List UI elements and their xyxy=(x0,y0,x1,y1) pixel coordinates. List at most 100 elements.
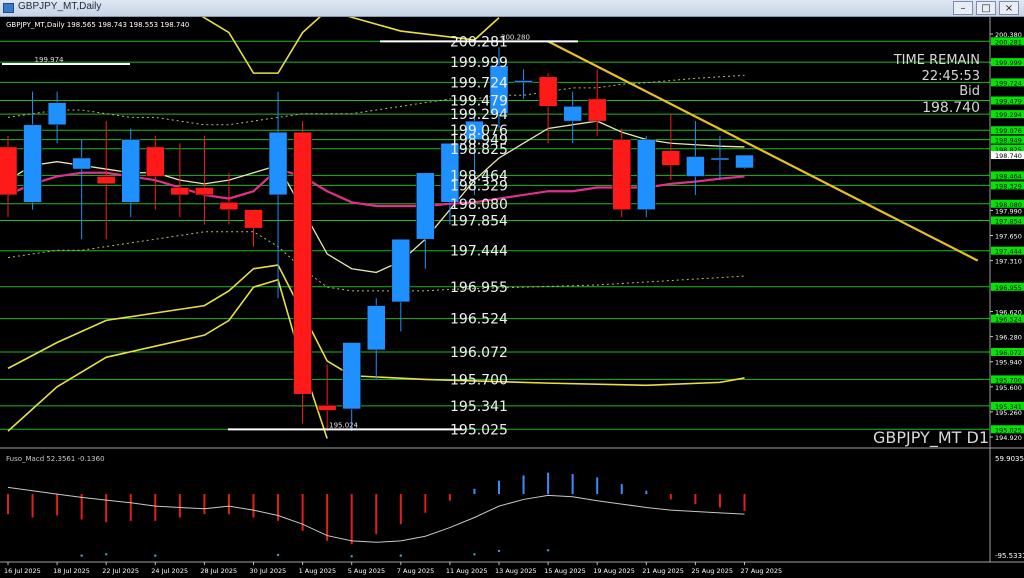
level-price-marker-label: 198.329 xyxy=(995,182,1022,190)
macd-dot xyxy=(546,549,550,552)
price-tick-label: 194.920 xyxy=(995,434,1022,442)
candle-body[interactable] xyxy=(0,146,18,196)
candle-body[interactable] xyxy=(563,106,582,122)
date-label: 18 Jul 2025 xyxy=(53,567,90,575)
macd-histogram-bar[interactable] xyxy=(7,494,9,515)
candle-body[interactable] xyxy=(538,76,558,107)
band-white-line xyxy=(7,120,745,274)
candle-body[interactable] xyxy=(735,154,754,169)
level-label: 197.854 xyxy=(450,213,508,229)
macd-histogram-bar[interactable] xyxy=(473,488,476,495)
macd-histogram-bar[interactable] xyxy=(424,494,427,513)
macd-histogram-bar[interactable] xyxy=(571,474,574,495)
macd-histogram-bar[interactable] xyxy=(31,494,34,518)
candle-body[interactable] xyxy=(195,187,214,196)
macd-histogram-bar[interactable] xyxy=(522,475,525,495)
date-label: 21 Aug 2025 xyxy=(642,567,684,575)
current-price-label: 198.740 xyxy=(995,152,1022,160)
candle-body[interactable] xyxy=(23,124,42,203)
candle-body[interactable] xyxy=(416,172,435,240)
level-price-marker-label: 199.294 xyxy=(995,111,1022,119)
level-price-marker-label: 197.444 xyxy=(995,248,1022,256)
macd-histogram-bar[interactable] xyxy=(399,494,402,525)
candle-body[interactable] xyxy=(72,157,91,170)
candle-body[interactable] xyxy=(612,139,631,210)
candle-body[interactable] xyxy=(686,156,705,177)
level-price-marker-label: 196.524 xyxy=(995,316,1022,324)
level-price-marker-label: 199.999 xyxy=(995,59,1022,67)
level-price-marker-label: 198.464 xyxy=(995,172,1022,180)
macd-scale-top: 59.9035 xyxy=(995,455,1024,463)
macd-histogram-bar[interactable] xyxy=(498,480,500,495)
macd-histogram-bar[interactable] xyxy=(620,484,623,495)
swing-label: 195.024 xyxy=(329,421,358,429)
price-axis[interactable]: 200.380199.990197.990197.650197.310196.6… xyxy=(990,31,1024,442)
level-label: 199.724 xyxy=(450,75,508,91)
candle-body[interactable] xyxy=(710,157,730,161)
candle-body[interactable] xyxy=(391,238,411,303)
level-label: 199.294 xyxy=(450,107,508,123)
macd-histogram-bar[interactable] xyxy=(129,494,132,521)
candle-body[interactable] xyxy=(96,176,116,185)
candles[interactable] xyxy=(0,47,754,432)
level-label: 195.341 xyxy=(450,399,508,415)
macd-histogram-bar[interactable] xyxy=(252,494,255,518)
macd-histogram-bar[interactable] xyxy=(277,494,280,521)
macd-histogram-bar[interactable] xyxy=(56,494,59,516)
time-axis[interactable]: 16 Jul 2025 18 Jul 2025 22 Jul 2025 24 Jul … xyxy=(4,562,782,575)
level-price-marker-label: 195.341 xyxy=(995,403,1022,411)
candle-body[interactable] xyxy=(121,139,140,203)
candle-body[interactable] xyxy=(219,202,239,210)
chart-canvas[interactable]: 200.281 199.999 199.724 199.479 199.294 199.0… xyxy=(0,17,1024,578)
level-price-marker-label: 198.080 xyxy=(995,201,1022,209)
macd-dot xyxy=(473,553,476,556)
macd-histogram-bar[interactable] xyxy=(718,494,721,508)
macd-histogram-bar[interactable] xyxy=(375,494,378,535)
macd-histogram-bar[interactable] xyxy=(596,477,599,495)
candle-body[interactable] xyxy=(637,139,656,210)
macd-histogram-bar[interactable] xyxy=(645,490,648,495)
candle-body[interactable] xyxy=(293,131,312,395)
macd-histogram-bar[interactable] xyxy=(301,494,304,531)
macd-histogram-bar[interactable] xyxy=(154,494,157,521)
level-label: 196.072 xyxy=(450,345,508,361)
minimize-button[interactable]: – xyxy=(953,1,973,15)
close-button[interactable]: × xyxy=(999,1,1019,15)
date-label: 7 Aug 2025 xyxy=(397,567,435,575)
candle-body[interactable] xyxy=(661,150,681,166)
macd-histogram-bar[interactable] xyxy=(448,494,451,501)
price-tick-label: 196.280 xyxy=(995,334,1022,342)
candle-body[interactable] xyxy=(244,209,263,229)
date-label: 24 Jul 2025 xyxy=(151,567,188,575)
macd-subwindow[interactable] xyxy=(7,472,746,558)
macd-histogram-bar[interactable] xyxy=(694,494,697,505)
candle-body[interactable] xyxy=(587,98,607,122)
candle-body[interactable] xyxy=(47,102,67,126)
level-price-marker-label: 199.724 xyxy=(995,79,1022,87)
window-title: GBPJPY_MT,Daily xyxy=(18,1,102,12)
candle-body[interactable] xyxy=(170,187,190,196)
macd-histogram-bar[interactable] xyxy=(203,494,206,515)
level-price-marker-label: 196.072 xyxy=(995,349,1022,357)
candle-body[interactable] xyxy=(342,342,361,410)
macd-histogram-bar[interactable] xyxy=(350,494,353,545)
macd-histogram-bar[interactable] xyxy=(227,494,230,515)
macd-histogram-bar[interactable] xyxy=(547,472,550,495)
macd-histogram-bar[interactable] xyxy=(326,494,329,541)
level-price-marker-label: 198.949 xyxy=(995,137,1022,145)
price-tick-label: 195.600 xyxy=(995,384,1022,392)
candle-body[interactable] xyxy=(146,146,165,177)
date-label: 27 Aug 2025 xyxy=(741,567,783,575)
macd-histogram-bar[interactable] xyxy=(105,494,108,523)
macd-histogram-bar[interactable] xyxy=(743,494,746,511)
date-label: 11 Aug 2025 xyxy=(446,567,488,575)
candle-body[interactable] xyxy=(367,305,386,351)
candle-body[interactable] xyxy=(317,405,337,411)
maximize-button[interactable]: □ xyxy=(976,1,996,15)
level-price-marker-label: 196.955 xyxy=(995,284,1022,292)
candle-body[interactable] xyxy=(514,80,533,83)
date-label: 22 Jul 2025 xyxy=(102,567,139,575)
macd-histogram-bar[interactable] xyxy=(669,494,672,500)
macd-histogram-bar[interactable] xyxy=(178,494,181,518)
candle-body[interactable] xyxy=(268,131,288,196)
